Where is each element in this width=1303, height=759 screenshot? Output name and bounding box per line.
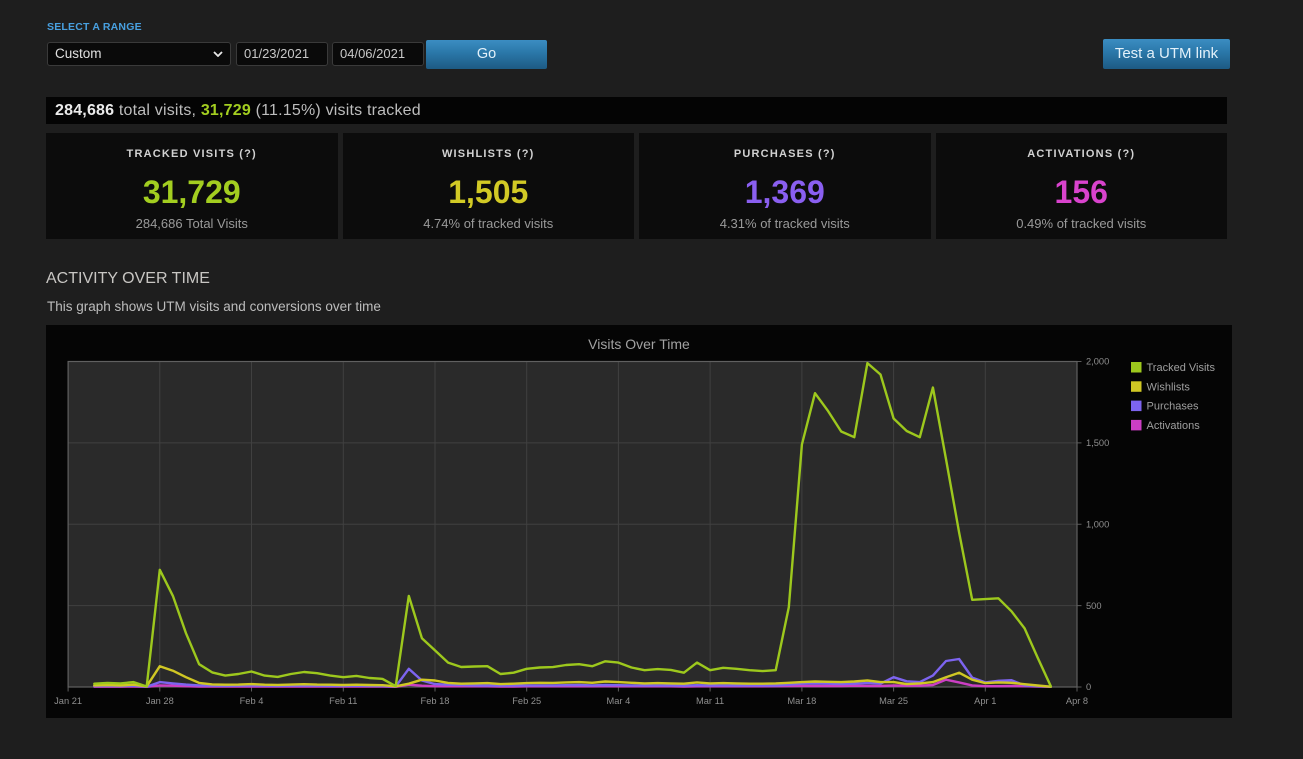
svg-text:Wishlists: Wishlists <box>1147 381 1191 393</box>
svg-text:1,500: 1,500 <box>1086 438 1109 448</box>
svg-text:Feb 11: Feb 11 <box>329 696 357 706</box>
svg-text:1,000: 1,000 <box>1086 519 1109 529</box>
svg-text:Visits Over Time: Visits Over Time <box>588 336 690 352</box>
svg-text:Purchases: Purchases <box>1147 401 1199 413</box>
svg-text:Mar 18: Mar 18 <box>787 696 816 706</box>
svg-text:Apr 1: Apr 1 <box>974 696 996 706</box>
svg-text:Activations: Activations <box>1147 420 1201 432</box>
svg-text:Feb 4: Feb 4 <box>240 696 264 706</box>
svg-text:Jan 28: Jan 28 <box>146 696 174 706</box>
svg-text:Apr 8: Apr 8 <box>1066 696 1088 706</box>
svg-text:2,000: 2,000 <box>1086 357 1109 367</box>
svg-text:500: 500 <box>1086 601 1102 611</box>
svg-text:Mar 4: Mar 4 <box>607 696 631 706</box>
svg-text:Mar 25: Mar 25 <box>879 696 908 706</box>
svg-text:Feb 25: Feb 25 <box>512 696 541 706</box>
svg-text:Feb 18: Feb 18 <box>421 696 450 706</box>
svg-text:Mar 11: Mar 11 <box>696 696 724 706</box>
svg-text:0: 0 <box>1086 682 1091 692</box>
svg-text:Jan 21: Jan 21 <box>54 696 82 706</box>
svg-text:Tracked Visits: Tracked Visits <box>1147 362 1216 374</box>
